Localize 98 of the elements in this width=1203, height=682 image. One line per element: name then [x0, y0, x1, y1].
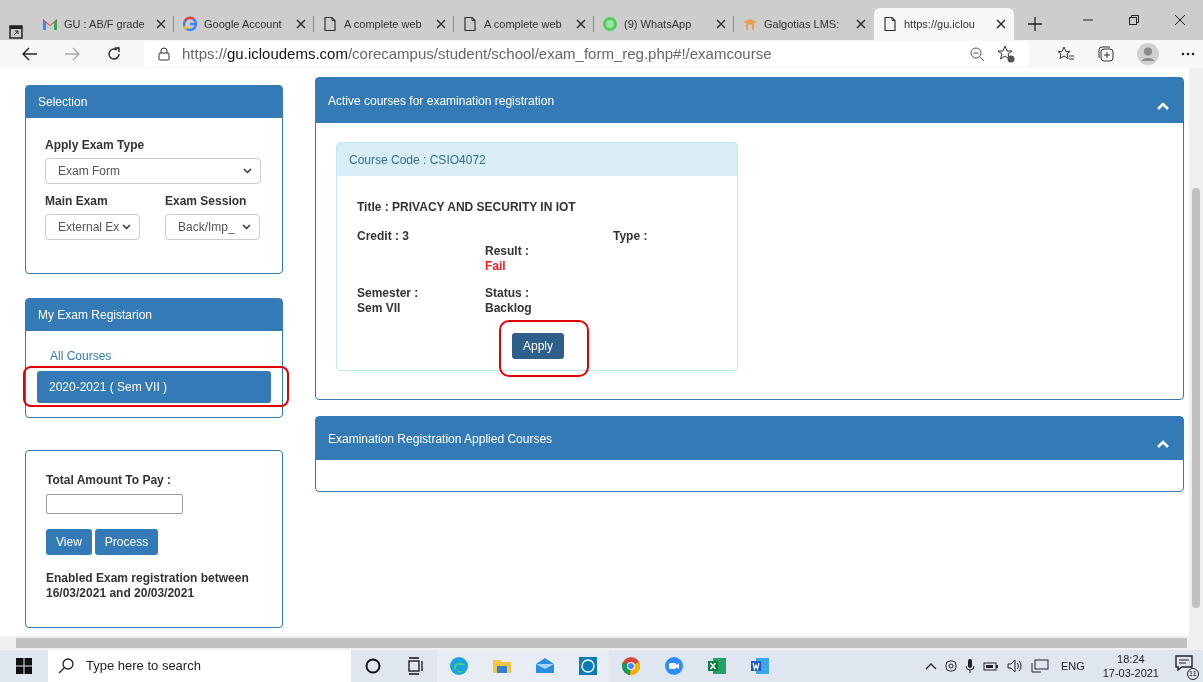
field-label: Total Amount To Pay :	[46, 472, 173, 489]
restore-icon[interactable]	[1129, 15, 1139, 25]
course-code: Course Code : CSIO4072	[349, 151, 486, 169]
scrollbar-thumb[interactable]	[1192, 188, 1200, 608]
status-label: Status :	[485, 286, 530, 301]
mail-icon[interactable]	[534, 656, 555, 676]
new-tab-icon[interactable]	[1028, 17, 1042, 31]
panel-title: Examination Registration Applied Courses	[328, 430, 553, 448]
browser-tab[interactable]: Galgotias LMS:	[734, 8, 874, 40]
panel-title: Selection	[38, 94, 88, 111]
close-icon[interactable]	[296, 19, 306, 29]
video-camera-icon[interactable]	[663, 656, 684, 676]
windows-start-icon[interactable]	[16, 658, 32, 674]
tab-title: https://gu.iclou	[904, 16, 975, 32]
refresh-icon[interactable]	[106, 46, 122, 62]
chevron-down-icon	[242, 224, 251, 230]
collections-icon[interactable]	[1097, 45, 1115, 63]
close-icon[interactable]	[856, 19, 866, 29]
taskbar-search-field[interactable]: Type here to search	[48, 650, 351, 682]
result-value: Fail	[485, 259, 507, 274]
page-icon	[462, 16, 478, 32]
course-list-item[interactable]: All Courses	[37, 349, 271, 363]
document-app-icon[interactable]	[749, 656, 770, 676]
spreadsheet-app-icon[interactable]	[706, 656, 727, 676]
zoom-out-icon[interactable]	[969, 46, 985, 62]
cap-logo-icon	[742, 16, 758, 32]
tab-title: A complete web	[484, 16, 562, 32]
chat-bubble-icon	[602, 16, 618, 32]
search-icon	[58, 658, 74, 674]
result-label: Result :	[485, 244, 530, 259]
network-icon[interactable]	[1030, 659, 1049, 673]
back-icon[interactable]	[22, 47, 38, 61]
close-icon[interactable]	[996, 19, 1006, 29]
close-icon[interactable]	[716, 19, 726, 29]
browser-tab[interactable]: https://gu.iclou	[874, 8, 1014, 40]
registration-note: Enabled Exam registration between 16/03/2021 and 20/03/2021	[46, 571, 250, 601]
course-list-item[interactable]: 2020-2021 ( Sem VII )	[37, 371, 271, 403]
scrollbar-thumb[interactable]	[16, 638, 1187, 648]
more-icon[interactable]	[1181, 52, 1195, 56]
dropdown[interactable]: Exam Form	[45, 158, 261, 184]
field-label: Main Exam	[45, 193, 109, 210]
apply-button[interactable]: Apply	[512, 333, 565, 359]
camera-icon[interactable]	[944, 658, 957, 674]
chrome-browser-icon[interactable]	[620, 656, 641, 676]
horizontal-scrollbar[interactable]	[0, 636, 1203, 650]
tab-title: (9) WhatsApp	[624, 16, 692, 32]
dropdown[interactable]: Back/Imp_	[165, 214, 260, 240]
close-icon[interactable]	[576, 19, 586, 29]
tab-actions-icon[interactable]	[8, 24, 24, 40]
notification-count: 11	[1186, 668, 1199, 680]
amount-input-field[interactable]	[46, 494, 183, 514]
panel-title: Active courses for examination registration	[328, 92, 555, 110]
lock-icon	[158, 47, 170, 61]
semester-label: Semester :	[357, 286, 420, 301]
action-button[interactable]: Process	[94, 529, 159, 555]
favorites-icon[interactable]	[1057, 46, 1075, 62]
vertical-scrollbar[interactable]	[1189, 68, 1203, 636]
tab-title: Google Account	[204, 16, 282, 32]
profile-avatar-icon[interactable]	[1137, 43, 1159, 65]
close-icon[interactable]	[1175, 15, 1185, 25]
chevron-up-icon[interactable]	[924, 662, 937, 670]
microphone-icon[interactable]	[964, 658, 975, 674]
tab-title: Galgotias LMS:	[764, 16, 840, 32]
mail-icon	[42, 16, 58, 32]
clock[interactable]: 18:24 17-03-2021	[1102, 652, 1159, 680]
course-title: Title : PRIVACY AND SECURITY IN IOT	[357, 199, 577, 216]
browser-tab[interactable]: A complete web	[314, 8, 454, 40]
language-indicator[interactable]: ENG	[1060, 657, 1085, 675]
semester-value: Sem VII	[357, 301, 402, 316]
close-icon[interactable]	[156, 19, 166, 29]
add-favorite-icon[interactable]	[997, 45, 1015, 63]
chevron-down-icon	[243, 168, 252, 174]
notifications-button[interactable]: 11	[1175, 655, 1197, 677]
browser-tab[interactable]: A complete web	[454, 8, 594, 40]
credit-text: Credit : 3	[357, 229, 410, 244]
address-field[interactable]: https://gu.icloudems.com/corecampus/student/school/exam_form_reg.php#!/examcourse	[144, 41, 1029, 67]
message-icon	[1175, 655, 1193, 671]
page-icon	[882, 16, 898, 32]
chevron-down-icon	[122, 224, 131, 230]
speaker-icon[interactable]	[1006, 659, 1023, 673]
field-label: Exam Session	[165, 193, 248, 210]
close-icon[interactable]	[436, 19, 446, 29]
task-view-icon[interactable]	[405, 656, 426, 676]
g-logo-icon	[182, 16, 198, 32]
dropdown[interactable]: External Ex	[45, 214, 140, 240]
battery-icon[interactable]	[982, 660, 999, 672]
action-button[interactable]: View	[46, 529, 92, 555]
page-icon	[322, 16, 338, 32]
browser-tab[interactable]: Google Account	[174, 8, 314, 40]
url-text: https://gu.icloudems.com/corecampus/student/school/exam_form_reg.php#!/examcourse	[182, 43, 773, 64]
browser-tab[interactable]: GU : AB/F grade	[34, 8, 174, 40]
browser-tab[interactable]: (9) WhatsApp	[594, 8, 734, 40]
status-value: Backlog	[485, 301, 533, 316]
type-label: Type :	[613, 229, 649, 244]
panel-title: My Exam Registarion	[38, 307, 153, 324]
tab-title: GU : AB/F grade	[64, 16, 145, 32]
tab-title: A complete web	[344, 16, 422, 32]
field-label: Apply Exam Type	[45, 137, 146, 154]
